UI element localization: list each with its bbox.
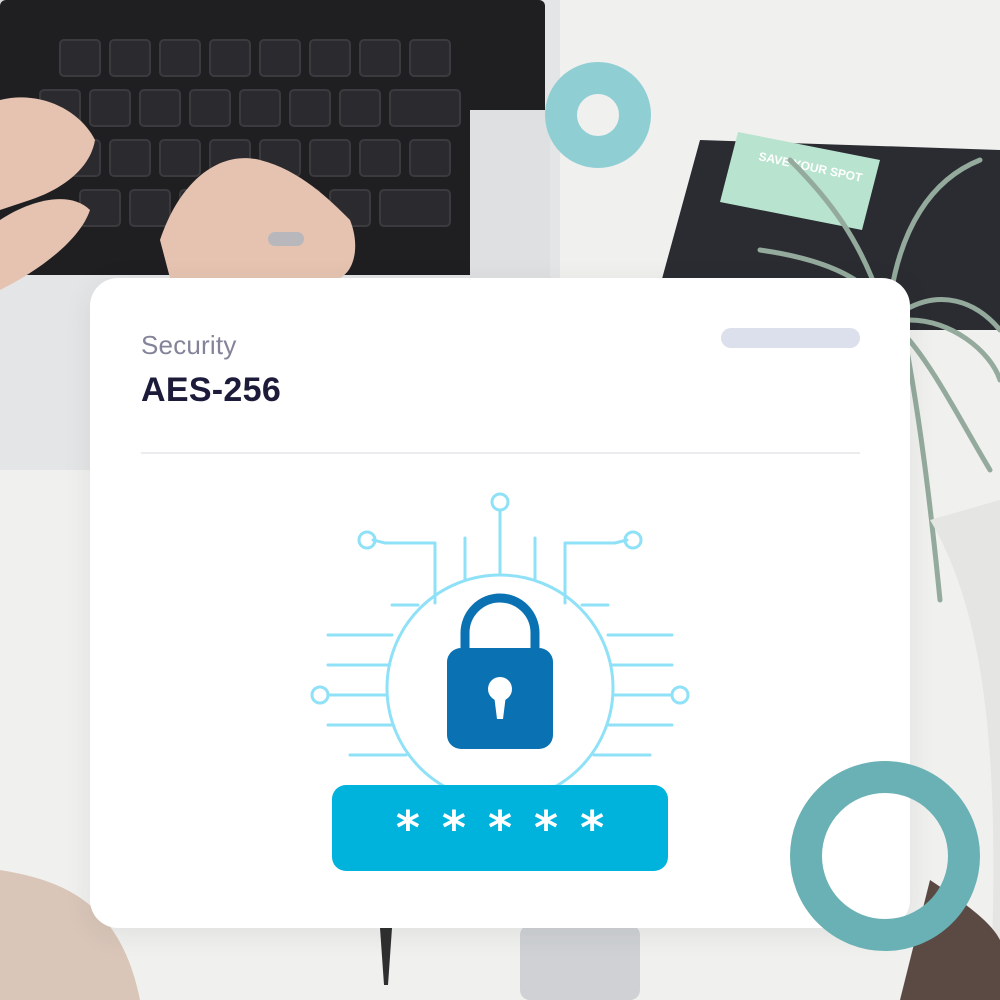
ring-decoration-top: [545, 62, 651, 168]
security-card: Security AES-256 *****: [90, 278, 910, 928]
card-label: Security: [141, 330, 237, 360]
ring-decoration-bottom: [790, 761, 980, 951]
card-title: AES-256: [141, 371, 282, 409]
card-divider: [141, 452, 860, 454]
password-mask: *****: [395, 801, 627, 855]
password-field: *****: [332, 785, 668, 871]
card-pill-placeholder: [721, 328, 860, 348]
lock-icon: [447, 593, 553, 749]
